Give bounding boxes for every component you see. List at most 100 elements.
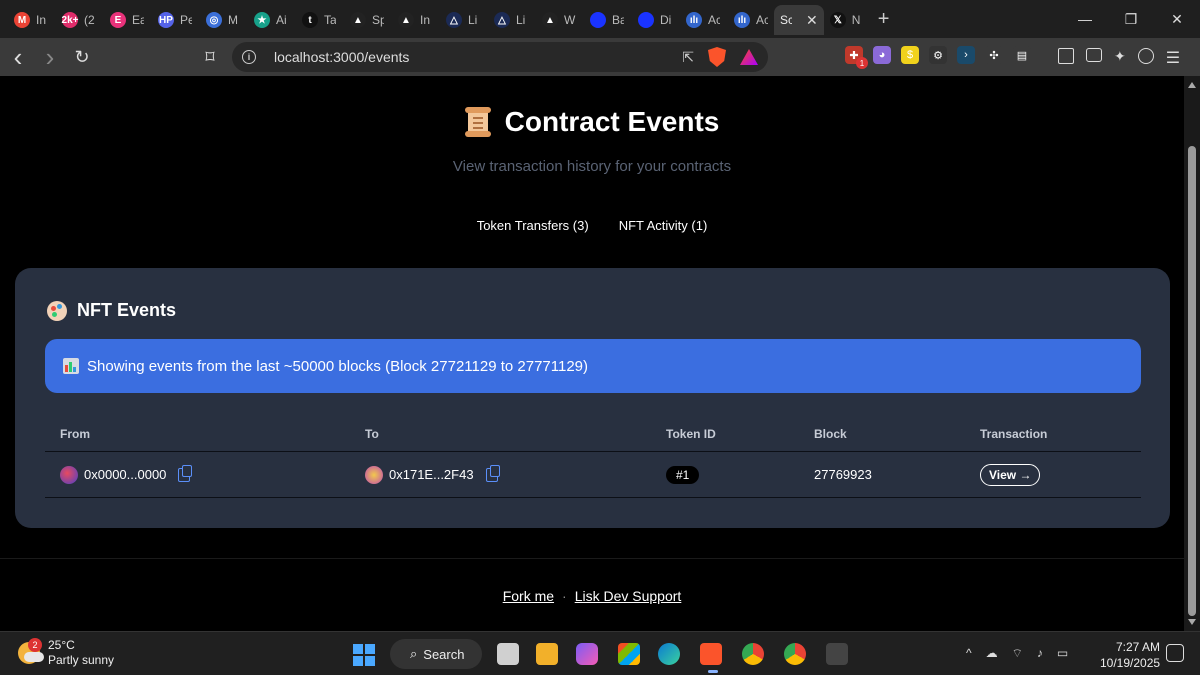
cloud-icon[interactable]: ☁: [986, 646, 998, 661]
time: 7:27 AM: [1115, 640, 1160, 654]
share-icon[interactable]: ⇱: [682, 49, 694, 66]
chrome-profile-icon[interactable]: [784, 643, 806, 665]
browser-tab[interactable]: Ba: [584, 5, 630, 35]
restore-button[interactable]: ❐: [1108, 0, 1154, 38]
browser-tab[interactable]: △ Li: [440, 5, 486, 35]
ext-arrow-icon[interactable]: ›: [957, 46, 975, 64]
browser-tab[interactable]: t Ta: [296, 5, 342, 35]
notification-icon[interactable]: [1166, 644, 1184, 662]
date: 10/19/2025: [1100, 656, 1161, 670]
page-scrollbar[interactable]: [1184, 76, 1200, 631]
tab-label: N: [851, 13, 861, 27]
from-avatar: [60, 465, 78, 484]
browser-tab[interactable]: HP Pe: [152, 5, 198, 35]
ext-puzzle-icon[interactable]: ✣: [985, 46, 1003, 64]
address-bar[interactable]: i localhost:3000/events ⇱ 1: [232, 42, 768, 72]
sidebar-icon[interactable]: [1058, 48, 1074, 64]
tab-active[interactable]: Sc ✕: [774, 5, 824, 35]
tab-favicon-icon: HP: [158, 12, 174, 28]
taskbar-search[interactable]: ⌕ Search: [390, 639, 482, 669]
battery-icon[interactable]: ▭: [1057, 646, 1068, 661]
scroll-up-icon[interactable]: [1188, 82, 1196, 88]
tab-favicon-icon: ılı: [734, 12, 750, 28]
tab-x[interactable]: 𝕏 N: [824, 5, 870, 35]
task-view-icon[interactable]: [497, 643, 519, 665]
reload-button[interactable]: ↻: [68, 43, 96, 71]
lisk-dev-support-link[interactable]: Lisk Dev Support: [575, 588, 682, 604]
new-tab-button[interactable]: +: [878, 8, 890, 31]
brave-icon[interactable]: [700, 643, 722, 665]
browser-tab[interactable]: ▲ W: [536, 5, 582, 35]
chevron-up-icon[interactable]: ^: [966, 646, 972, 661]
ext-red-icon[interactable]: ✚ 1: [845, 46, 868, 69]
ext-dark-icon[interactable]: ⚙: [929, 46, 947, 64]
tab-favicon-icon: △: [494, 12, 510, 28]
site-info-icon[interactable]: i: [242, 50, 256, 64]
browser-tab[interactable]: 2k+ (2: [56, 5, 102, 35]
browser-tab[interactable]: △ Li: [488, 5, 534, 35]
tab-close-icon[interactable]: ✕: [806, 12, 818, 29]
tab-label: Di: [660, 13, 672, 27]
browser-tab[interactable]: ılı Ac: [728, 5, 774, 35]
col-to: To: [365, 426, 379, 441]
tab-token-transfers[interactable]: Token Transfers (3): [477, 218, 589, 233]
file-explorer-icon[interactable]: [536, 643, 558, 665]
token-id-cell: #1: [666, 466, 700, 484]
copy-icon[interactable]: [178, 464, 193, 482]
col-transaction: Transaction: [980, 426, 1048, 441]
tab-label: (2: [84, 13, 95, 27]
chrome-icon[interactable]: [742, 643, 764, 665]
tab-label: Ea: [132, 13, 144, 27]
copilot-icon[interactable]: [576, 643, 598, 665]
browser-tab[interactable]: Di: [632, 5, 678, 35]
tab-label: W: [564, 13, 576, 27]
tab-nft-activity[interactable]: NFT Activity (1): [619, 218, 708, 233]
edge-icon[interactable]: [658, 643, 680, 665]
tab-label: Ai: [276, 13, 287, 27]
browser-tab[interactable]: ▲ Sp: [344, 5, 390, 35]
copy-icon[interactable]: [485, 464, 500, 482]
brave-rewards-icon[interactable]: 1: [740, 49, 758, 65]
tab-label: Li: [468, 13, 478, 27]
tab-label: Sp: [372, 13, 384, 27]
card-title: NFT Events: [77, 300, 177, 320]
window-controls: — ❐ ✕: [1062, 0, 1200, 38]
view-transaction-button[interactable]: View →: [980, 464, 1041, 486]
menu-icon[interactable]: ☰: [1166, 48, 1180, 68]
volume-icon[interactable]: ♪: [1037, 646, 1043, 661]
app-icon[interactable]: [826, 643, 848, 665]
browser-tab[interactable]: ılı Ac: [680, 5, 726, 35]
ext-yellow-icon[interactable]: $: [901, 46, 919, 64]
weather-widget[interactable]: 2 25°C Partly sunny: [18, 638, 114, 668]
browser-tab[interactable]: E Ea: [104, 5, 150, 35]
store-icon[interactable]: [618, 643, 640, 665]
forward-button[interactable]: ›: [36, 42, 64, 72]
minimize-button[interactable]: —: [1062, 0, 1108, 38]
ext-reader-icon[interactable]: ▤: [1013, 46, 1031, 64]
bar-chart-icon: [63, 358, 79, 374]
fork-me-link[interactable]: Fork me: [503, 588, 554, 604]
browser-tab[interactable]: ▲ In: [392, 5, 438, 35]
wallet-icon[interactable]: [1086, 48, 1102, 62]
scrollbar-thumb[interactable]: [1188, 146, 1196, 616]
clock[interactable]: 7:27 AM 10/19/2025: [1100, 639, 1160, 671]
browser-tab[interactable]: ◎ M: [200, 5, 246, 35]
scroll-down-icon[interactable]: [1188, 619, 1196, 625]
browser-tab[interactable]: M In: [8, 5, 54, 35]
tab-favicon-icon: M: [14, 12, 30, 28]
vpn-icon[interactable]: [1137, 48, 1154, 64]
event-tabs: Token Transfers (3) NFT Activity (1): [0, 218, 1184, 233]
ext-purple-icon[interactable]: ◕: [873, 46, 891, 64]
leo-icon[interactable]: ✦: [1114, 48, 1126, 68]
browser-tab[interactable]: ★ Ai: [248, 5, 294, 35]
events-table: From To Token ID Block Transaction 0x000…: [45, 416, 1141, 498]
windows-start-icon[interactable]: [353, 644, 375, 666]
tab-favicon-icon: E: [110, 12, 126, 28]
back-button[interactable]: ‹: [4, 42, 32, 72]
wifi-icon[interactable]: ⌔: [1012, 646, 1023, 661]
bookmark-icon[interactable]: ⌑: [196, 43, 224, 71]
close-window-button[interactable]: ✕: [1154, 0, 1200, 38]
url-text[interactable]: localhost:3000/events: [274, 49, 409, 65]
page-header: Contract Events: [0, 106, 1184, 138]
brave-shield-icon[interactable]: [708, 47, 726, 67]
